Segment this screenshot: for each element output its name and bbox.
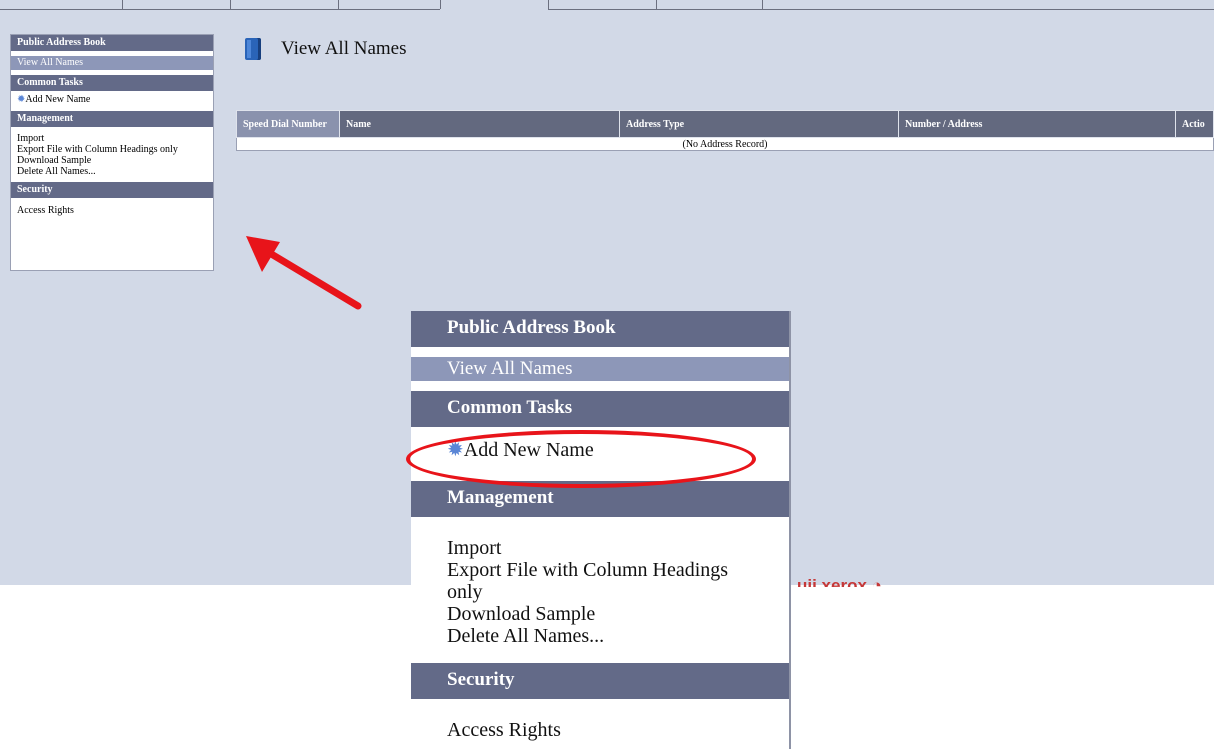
zoom-item-access-rights[interactable]: Access Rights	[411, 719, 789, 741]
page-header: View All Names	[245, 38, 407, 60]
zoom-item-label: Add New Name	[463, 439, 594, 461]
tab-strip-segment	[0, 0, 440, 10]
column-header-actions: Actio	[1175, 110, 1214, 138]
tab-divider	[548, 0, 549, 9]
sidebar-header-management: Management	[11, 111, 213, 127]
sidebar-item-delete-all-names[interactable]: Delete All Names...	[11, 166, 213, 177]
empty-table-message: (No Address Record)	[236, 137, 1214, 151]
tab-divider	[440, 0, 441, 9]
zoom-item-label: only	[447, 581, 483, 603]
sidebar-item-export[interactable]: Export File with Column Headings only	[11, 144, 213, 155]
sidebar-item-view-all-names[interactable]: View All Names	[11, 56, 213, 70]
table-row: (No Address Record)	[236, 137, 1214, 151]
tab-divider	[656, 0, 657, 9]
sidebar: Public Address Book View All Names Commo…	[10, 34, 214, 271]
zoom-item-export[interactable]: Export File with Column Headings only	[411, 559, 789, 603]
zoom-item-view-all-names[interactable]: View All Names	[411, 357, 789, 381]
tab-divider	[338, 0, 339, 9]
zoom-item-label: Export File with Column Headings	[447, 559, 729, 581]
page-title: View All Names	[281, 38, 407, 59]
sidebar-item-import[interactable]: Import	[11, 133, 213, 144]
sidebar-header-security: Security	[11, 182, 213, 198]
zoom-item-delete-all-names[interactable]: Delete All Names...	[411, 625, 789, 647]
sidebar-item-add-new-name[interactable]: ✹Add New Name	[11, 91, 213, 105]
zoom-header-management: Management	[411, 481, 789, 517]
sidebar-header-public-address-book: Public Address Book	[11, 35, 213, 51]
address-book-icon	[245, 38, 261, 60]
sidebar-item-access-rights[interactable]: Access Rights	[11, 205, 213, 216]
red-arrow-annotation	[246, 236, 362, 310]
zoom-item-add-new-name[interactable]: ✹Add New Name	[411, 439, 789, 461]
zoom-header-public-address-book: Public Address Book	[411, 311, 789, 347]
fuji-xerox-logo: uji xerox ◔	[797, 578, 882, 587]
column-header-speed-dial[interactable]: Speed Dial Number	[236, 110, 340, 138]
sidebar-item-label: Add New Name	[25, 94, 91, 105]
zoom-header-common-tasks: Common Tasks	[411, 391, 789, 427]
tab-divider	[762, 0, 763, 9]
tab-divider	[122, 0, 123, 9]
column-header-name[interactable]: Name	[339, 110, 620, 138]
gear-icon: ✹	[447, 439, 464, 461]
zoom-item-import[interactable]: Import	[411, 537, 789, 559]
zoom-header-security: Security	[411, 663, 789, 699]
sidebar-item-download-sample[interactable]: Download Sample	[11, 155, 213, 166]
xerox-logo-icon: ◔	[872, 578, 882, 587]
tab-strip-segment	[548, 0, 1214, 10]
address-table: Speed Dial Number Name Address Type Numb…	[236, 110, 1214, 151]
top-tab-strip	[0, 0, 1214, 10]
zoomed-sidebar-panel: Public Address Book View All Names Commo…	[411, 311, 791, 749]
zoom-item-download-sample[interactable]: Download Sample	[411, 603, 789, 625]
column-header-number-address[interactable]: Number / Address	[898, 110, 1176, 138]
sidebar-header-common-tasks: Common Tasks	[11, 75, 213, 91]
tab-divider	[230, 0, 231, 9]
column-header-address-type[interactable]: Address Type	[619, 110, 899, 138]
